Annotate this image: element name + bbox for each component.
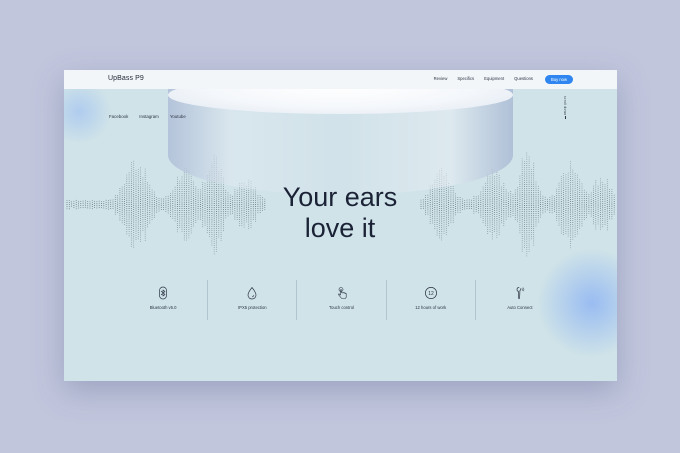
hero-headline: Your ears love it [240, 182, 440, 244]
hours-12-icon: 12 [424, 287, 437, 299]
landing-page: UpBass P9 Review Specifics Equipment Que… [64, 70, 617, 381]
social-links: Facebook Instagram Youtube [109, 114, 197, 119]
feature-label: Bluetooth v5.0 [149, 305, 177, 310]
feature-label: Auto Connect [507, 305, 533, 310]
feature-label: 12 hours of work [415, 305, 447, 310]
feature-bluetooth: Bluetooth v5.0 [119, 280, 207, 320]
feature-touch-control: Touch control [296, 280, 385, 320]
decorative-blob-left [64, 82, 114, 142]
nav-link-review[interactable]: Review [434, 76, 448, 81]
social-link-instagram[interactable]: Instagram [139, 114, 159, 119]
scroll-down-label: scroll down [563, 96, 567, 116]
nav-link-equipment[interactable]: Equipment [484, 76, 504, 81]
social-link-facebook[interactable]: Facebook [109, 114, 128, 119]
feature-label: Touch control [329, 305, 354, 310]
scroll-line [565, 116, 566, 119]
buy-now-button[interactable]: Buy now [545, 75, 573, 84]
nav-link-questions[interactable]: Questions [514, 76, 533, 81]
feature-battery-hours: 12 12 hours of work [385, 280, 475, 320]
feature-water-protection: IPX5 protection [207, 280, 296, 320]
hero-headline-line-1: Your ears [282, 182, 398, 212]
earbud-icon [516, 287, 525, 299]
brand-logo[interactable]: UpBass P9 [108, 75, 144, 82]
top-navbar: UpBass P9 Review Specifics Equipment Que… [64, 70, 617, 89]
feature-label: IPX5 protection [237, 305, 267, 310]
hero-headline-line-2: love it [304, 213, 376, 243]
hours-12-badge: 12 [428, 291, 434, 297]
feature-strip: Bluetooth v5.0 IPX5 protection Touch con… [119, 280, 564, 320]
nav-links: Review Specifics Equipment Questions [424, 76, 533, 81]
bluetooth-icon [159, 286, 167, 300]
water-drop-icon [247, 286, 257, 300]
feature-auto-connect: Auto Connect [474, 280, 564, 320]
nav-link-specifics[interactable]: Specifics [457, 76, 474, 81]
social-link-youtube[interactable]: Youtube [170, 114, 186, 119]
touch-hand-icon [337, 287, 346, 299]
scroll-down-hint[interactable]: scroll down [560, 96, 570, 120]
